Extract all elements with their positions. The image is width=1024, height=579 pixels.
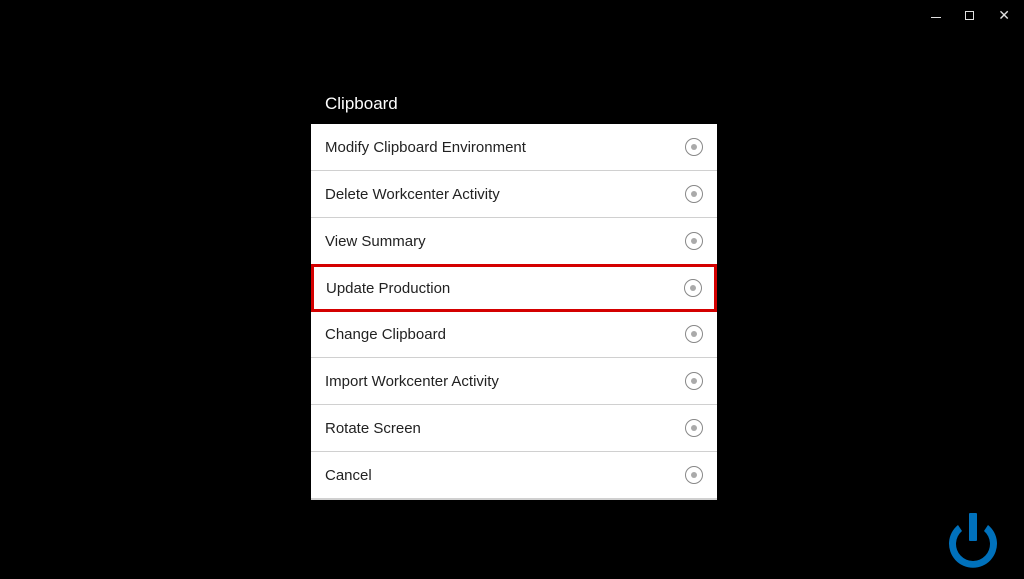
maximize-icon[interactable] bbox=[965, 11, 974, 20]
menu-item-import-workcenter-activity[interactable]: Import Workcenter Activity bbox=[311, 358, 717, 405]
radio-icon bbox=[685, 419, 703, 437]
radio-icon bbox=[684, 279, 702, 297]
radio-icon bbox=[685, 466, 703, 484]
menu-item-update-production[interactable]: Update Production bbox=[311, 264, 717, 312]
menu-item-label: Import Workcenter Activity bbox=[325, 373, 499, 390]
close-icon[interactable]: ✕ bbox=[998, 8, 1010, 22]
dialog-title: Clipboard bbox=[311, 84, 717, 124]
radio-icon bbox=[685, 185, 703, 203]
brand-logo-icon bbox=[938, 507, 1008, 579]
minimize-icon[interactable] bbox=[931, 12, 941, 18]
menu-item-delete-workcenter-activity[interactable]: Delete Workcenter Activity bbox=[311, 171, 717, 218]
menu-item-label: Update Production bbox=[326, 280, 450, 297]
menu-item-label: Rotate Screen bbox=[325, 420, 421, 437]
window-controls: ✕ bbox=[917, 0, 1024, 30]
menu-item-view-summary[interactable]: View Summary bbox=[311, 218, 717, 265]
radio-icon bbox=[685, 372, 703, 390]
dialog-menu-list: Modify Clipboard Environment Delete Work… bbox=[311, 124, 717, 500]
menu-item-cancel[interactable]: Cancel bbox=[311, 452, 717, 500]
radio-icon bbox=[685, 325, 703, 343]
menu-item-change-clipboard[interactable]: Change Clipboard bbox=[311, 311, 717, 358]
menu-item-rotate-screen[interactable]: Rotate Screen bbox=[311, 405, 717, 452]
radio-icon bbox=[685, 232, 703, 250]
menu-item-label: Delete Workcenter Activity bbox=[325, 186, 500, 203]
clipboard-dialog: Clipboard Modify Clipboard Environment D… bbox=[311, 84, 717, 500]
menu-item-modify-clipboard-environment[interactable]: Modify Clipboard Environment bbox=[311, 124, 717, 171]
menu-item-label: Cancel bbox=[325, 467, 372, 484]
radio-icon bbox=[685, 138, 703, 156]
menu-item-label: Change Clipboard bbox=[325, 326, 446, 343]
menu-item-label: View Summary bbox=[325, 233, 426, 250]
menu-item-label: Modify Clipboard Environment bbox=[325, 139, 526, 156]
